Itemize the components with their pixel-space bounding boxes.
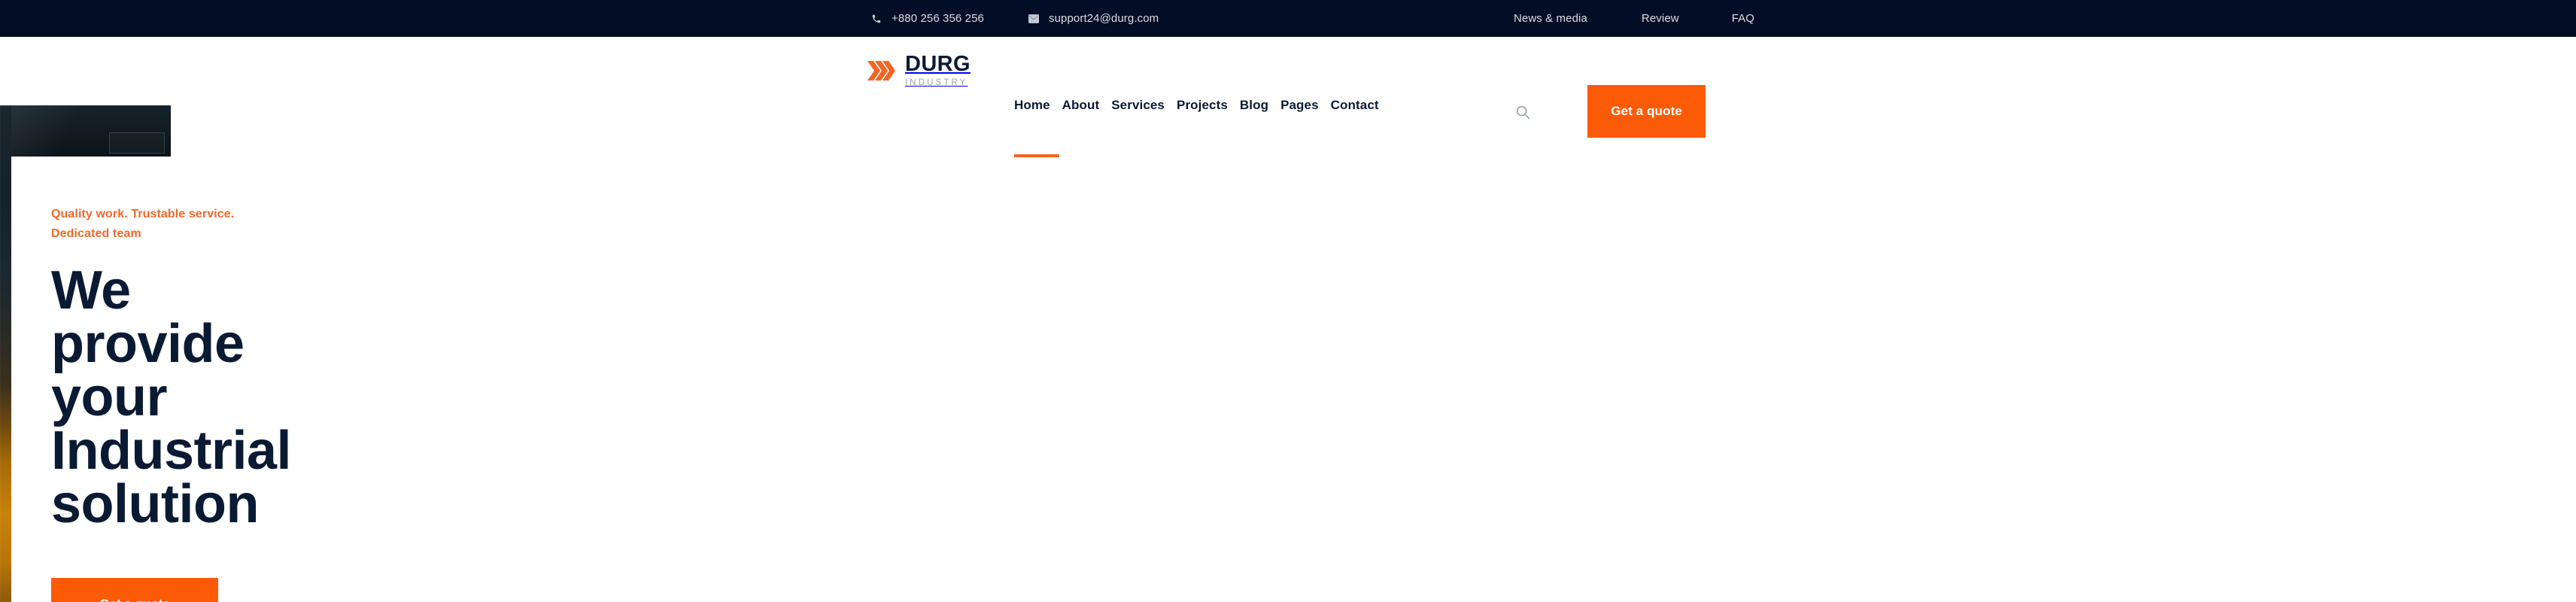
hero-industrial-image-strip [0, 105, 11, 602]
topbar-link-news-media[interactable]: News & media [1514, 12, 1587, 25]
topbar-link-review[interactable]: Review [1642, 12, 1679, 25]
top-utility-bar: +880 256 356 256 support24@durg.com News… [0, 0, 2576, 37]
hero-content: Quality work. Trustable service. Dedicat… [51, 113, 442, 602]
hero-section: Quality work. Trustable service. Dedicat… [0, 105, 2576, 602]
envelope-icon [1028, 13, 1040, 25]
logo-wordmark: DURG INDUSTRY [905, 53, 971, 88]
triple-chevron-icon [867, 59, 896, 82]
logo-name: DURG [905, 52, 971, 76]
topbar-email[interactable]: support24@durg.com [1028, 12, 1159, 25]
hero-eyebrow: Quality work. Trustable service. Dedicat… [51, 208, 235, 240]
site-logo[interactable]: DURG INDUSTRY [867, 53, 971, 88]
hero-get-a-quote-button[interactable]: Get a quote [51, 578, 218, 602]
topbar-phone[interactable]: +880 256 356 256 [870, 12, 984, 25]
topbar-contact-group: +880 256 356 256 support24@durg.com [870, 12, 1159, 25]
topbar-links-group: News & media Review FAQ [1514, 12, 1754, 25]
topbar-link-faq[interactable]: FAQ [1732, 12, 1754, 25]
page-root: +880 256 356 256 support24@durg.com News… [0, 0, 2576, 602]
logo-subtitle: INDUSTRY [905, 78, 968, 87]
topbar-phone-text: +880 256 356 256 [892, 12, 984, 25]
hero-title: We provide your Industrial solution [51, 260, 292, 534]
topbar-email-text: support24@durg.com [1048, 12, 1159, 25]
site-header: DURG INDUSTRY Home About Services Projec… [0, 37, 2576, 157]
phone-icon [870, 13, 882, 25]
